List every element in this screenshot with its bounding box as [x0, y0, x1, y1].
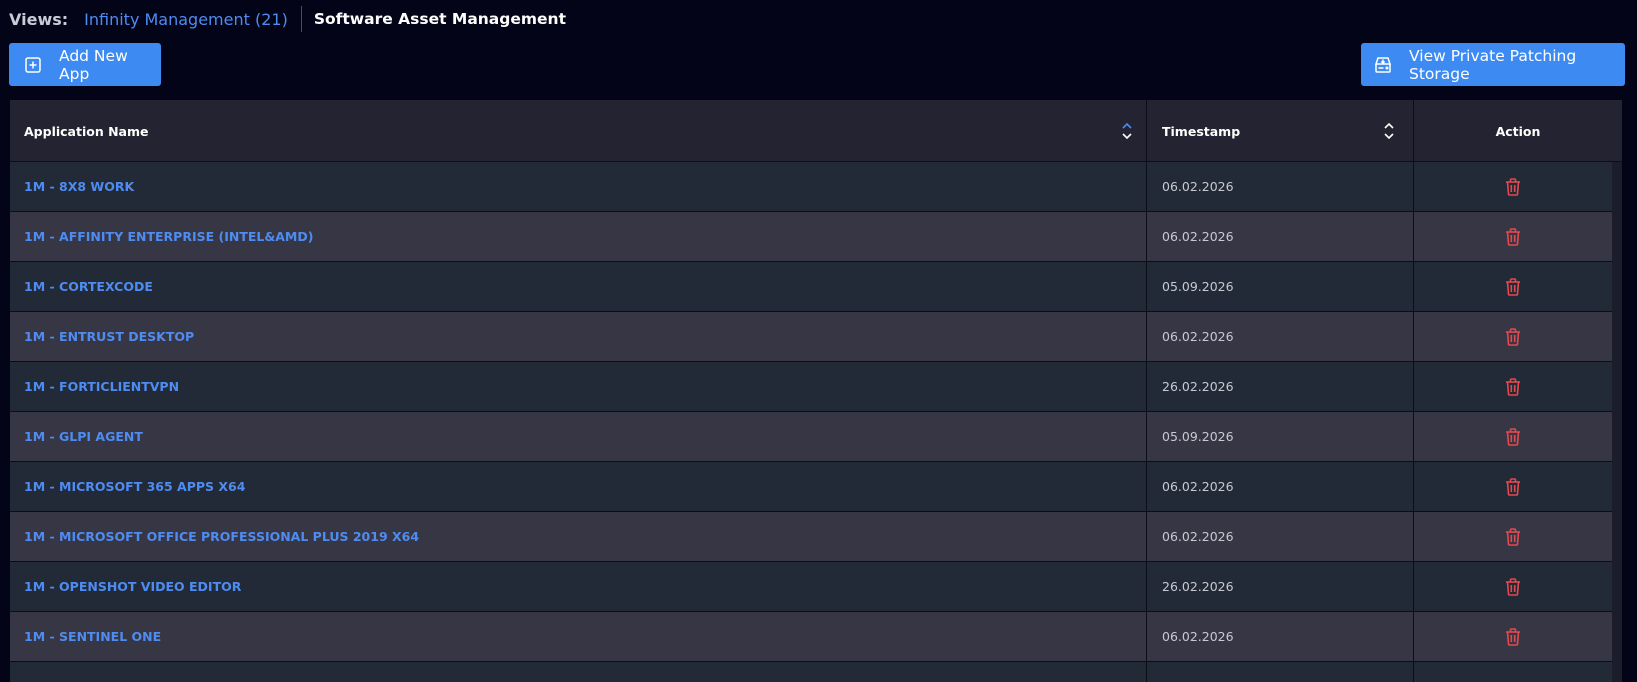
application-name-link[interactable]: 1M - MICROSOFT 365 APPS X64	[10, 462, 1146, 511]
table-row: 1M - SENTINEL ONE 06.02.2026	[10, 612, 1612, 662]
sort-icon[interactable]	[1121, 121, 1133, 141]
sort-icon[interactable]	[1383, 121, 1395, 141]
timestamp-cell: 06.02.2026	[1146, 462, 1413, 511]
table-row: 1M - GLPI AGENT 05.09.2026	[10, 412, 1612, 462]
action-cell	[1413, 562, 1612, 611]
action-cell	[1413, 212, 1612, 261]
action-cell	[1413, 362, 1612, 411]
trash-icon[interactable]	[1504, 427, 1522, 447]
action-cell	[1413, 462, 1612, 511]
plus-square-icon	[23, 55, 43, 75]
trash-icon[interactable]	[1504, 177, 1522, 197]
column-header-application-name[interactable]: Application Name	[10, 100, 1146, 162]
table-row: 1M - OPENSHOT VIDEO EDITOR 26.02.2026	[10, 562, 1612, 612]
action-cell	[1413, 662, 1612, 682]
view-software-asset-management[interactable]: Software Asset Management	[314, 10, 566, 28]
trash-icon[interactable]	[1504, 577, 1522, 597]
table-header: Application Name Timestamp Action	[10, 100, 1622, 162]
table-row: 1M - FORTICLIENTVPN 26.02.2026	[10, 362, 1612, 412]
view-private-patching-storage-button[interactable]: View Private Patching Storage	[1361, 43, 1625, 86]
add-new-app-button[interactable]: Add New App	[9, 43, 161, 86]
trash-icon[interactable]	[1504, 377, 1522, 397]
timestamp-cell: 06.02.2026	[1146, 612, 1413, 661]
timestamp-cell: 26.02.2026	[1146, 362, 1413, 411]
trash-icon[interactable]	[1504, 527, 1522, 547]
views-label: Views:	[9, 9, 69, 29]
timestamp-cell: 06.02.2026	[1146, 312, 1413, 361]
storage-icon	[1373, 55, 1393, 75]
column-header-action: Action	[1413, 100, 1622, 162]
application-name-link[interactable]: 1M - GLPI AGENT	[10, 412, 1146, 461]
timestamp-cell: 06.02.2026	[1146, 212, 1413, 261]
action-cell	[1413, 612, 1612, 661]
application-name-link[interactable]: 1M - CORTEXCODE	[10, 262, 1146, 311]
application-name-link[interactable]: 1M - 8X8 WORK	[10, 162, 1146, 211]
application-name-link[interactable]: 1M - FORTICLIENTVPN	[10, 362, 1146, 411]
application-name-link[interactable]: 1M - AFFINITY ENTERPRISE (INTEL&AMD)	[10, 212, 1146, 261]
timestamp-cell: 05.09.2026	[1146, 412, 1413, 461]
application-name-link[interactable]: 1M - MICROSOFT OFFICE PROFESSIONAL PLUS …	[10, 512, 1146, 561]
table-body: 1M - 8X8 WORK 06.02.2026 1M - AFFINITY ENT…	[10, 162, 1612, 682]
view-private-patching-storage-label: View Private Patching Storage	[1409, 46, 1577, 83]
action-cell	[1413, 312, 1612, 361]
timestamp-cell: 05.09.2026	[1146, 262, 1413, 311]
table-row	[10, 662, 1612, 682]
timestamp-cell: 26.02.2026	[1146, 562, 1413, 611]
trash-icon[interactable]	[1504, 227, 1522, 247]
application-name-link[interactable]: 1M - OPENSHOT VIDEO EDITOR	[10, 562, 1146, 611]
add-new-app-label: Add New App	[59, 46, 128, 83]
trash-icon[interactable]	[1504, 627, 1522, 647]
trash-icon[interactable]	[1504, 277, 1522, 297]
application-name-link[interactable]: 1M - SENTINEL ONE	[10, 612, 1146, 661]
timestamp-cell: 06.02.2026	[1146, 512, 1413, 561]
application-name-link[interactable]	[10, 662, 1146, 682]
action-cell	[1413, 162, 1612, 211]
table-row: 1M - CORTEXCODE 05.09.2026	[10, 262, 1612, 312]
timestamp-cell: 06.02.2026	[1146, 162, 1413, 211]
applications-table: Application Name Timestamp Action 1M - 8…	[10, 100, 1622, 682]
column-header-timestamp[interactable]: Timestamp	[1146, 100, 1413, 162]
views-bar: Views: Infinity Management (21) Software…	[9, 5, 566, 33]
action-cell	[1413, 262, 1612, 311]
application-name-link[interactable]: 1M - ENTRUST DESKTOP	[10, 312, 1146, 361]
timestamp-cell	[1146, 662, 1413, 682]
view-infinity-management[interactable]: Infinity Management (21)	[84, 10, 301, 29]
table-row: 1M - MICROSOFT OFFICE PROFESSIONAL PLUS …	[10, 512, 1612, 562]
action-cell	[1413, 412, 1612, 461]
trash-icon[interactable]	[1504, 477, 1522, 497]
action-cell	[1413, 512, 1612, 561]
table-row: 1M - AFFINITY ENTERPRISE (INTEL&AMD) 06.0…	[10, 212, 1612, 262]
table-row: 1M - MICROSOFT 365 APPS X64 06.02.2026	[10, 462, 1612, 512]
table-row: 1M - 8X8 WORK 06.02.2026	[10, 162, 1612, 212]
scrollbar[interactable]	[1612, 162, 1622, 682]
views-divider	[300, 6, 302, 32]
table-row: 1M - ENTRUST DESKTOP 06.02.2026	[10, 312, 1612, 362]
trash-icon[interactable]	[1504, 327, 1522, 347]
